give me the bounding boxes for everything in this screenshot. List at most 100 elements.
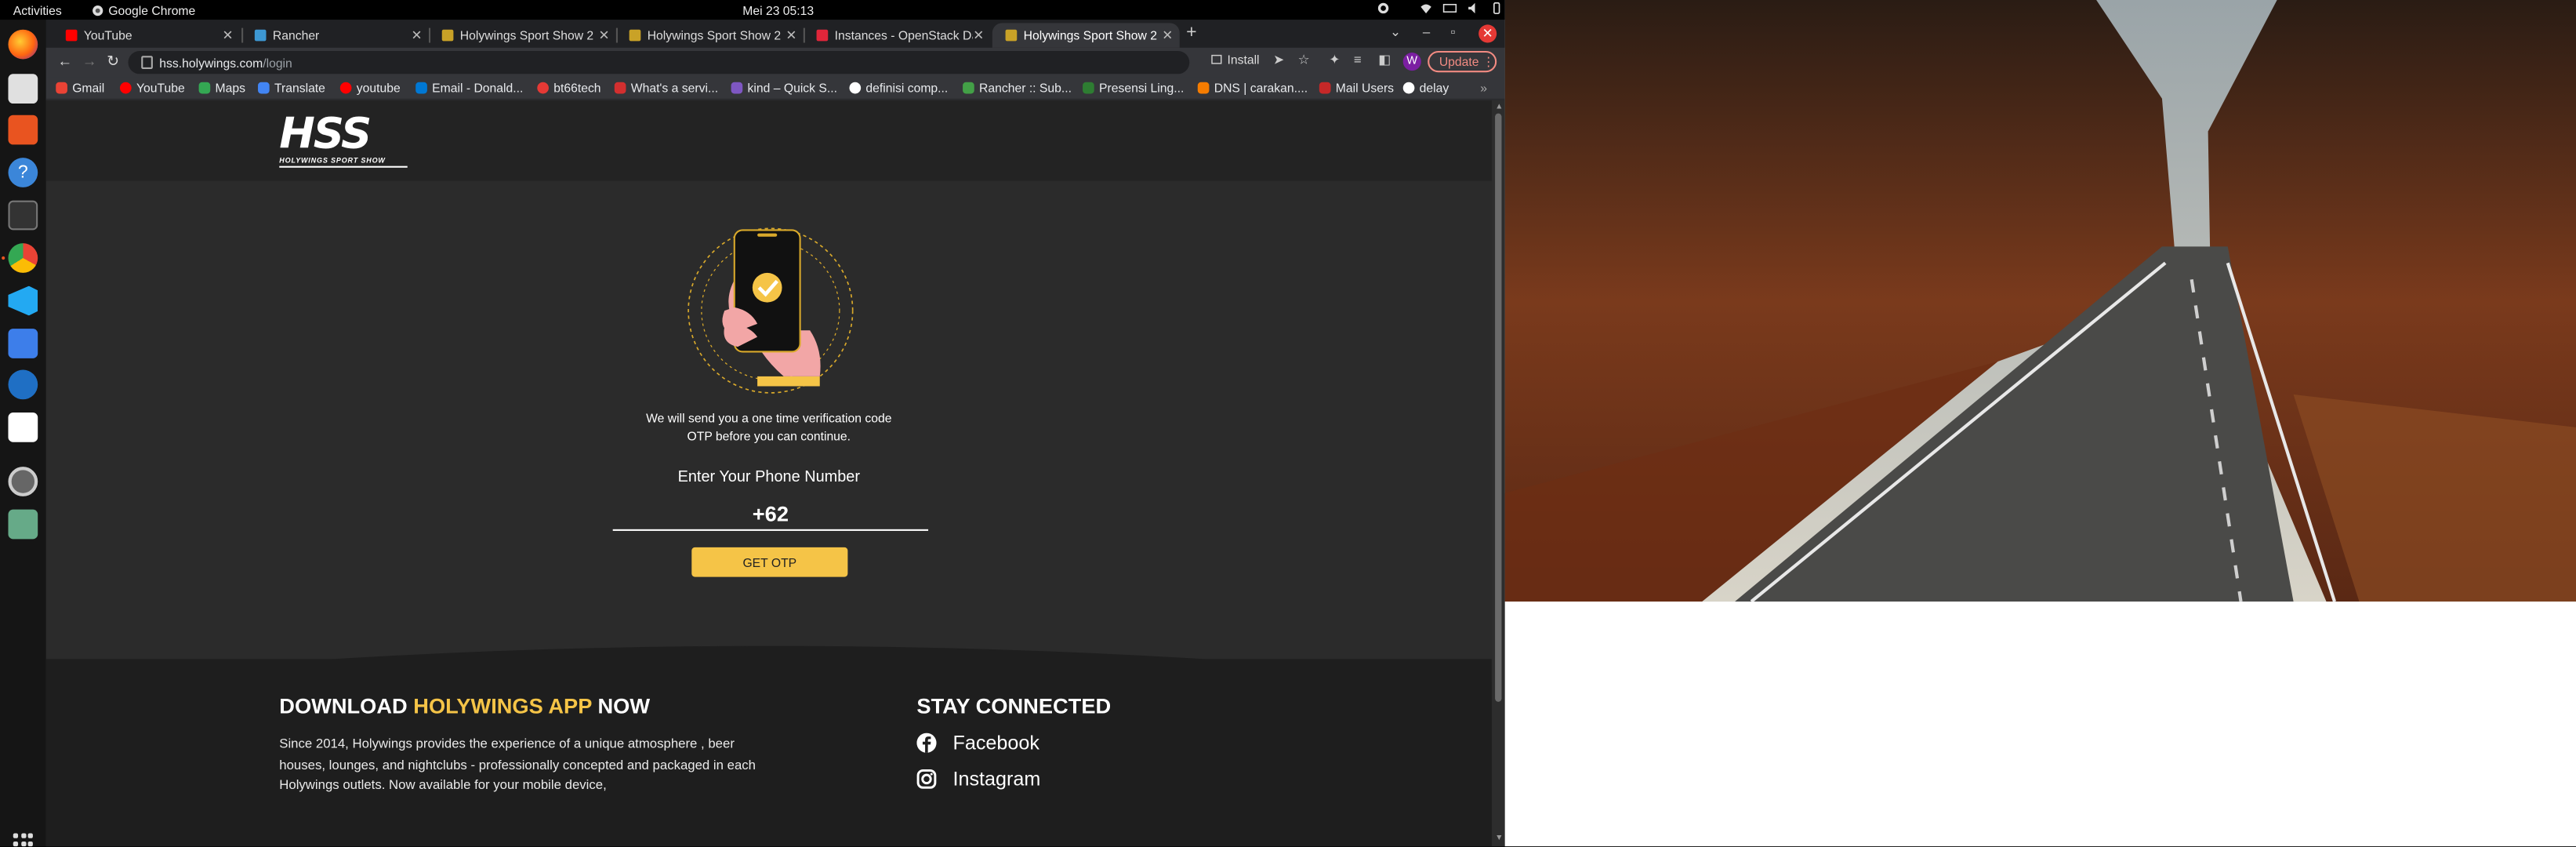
bookmark-email[interactable]: Email - Donald... (415, 81, 523, 96)
holywings-favicon-icon (1005, 29, 1018, 42)
text-editor-icon[interactable] (8, 413, 38, 442)
hss-logo[interactable]: HSS HOLYWINGS SPORT SHOW (279, 114, 408, 169)
download-app-description: Since 2014, Holywings provides the exper… (279, 736, 756, 793)
reading-list-icon[interactable]: ≡ (1354, 53, 1362, 67)
activities-button[interactable]: Activities (13, 2, 62, 17)
show-applications-icon[interactable] (13, 833, 33, 847)
scroll-down-icon[interactable]: ▼ (1495, 834, 1503, 844)
install-app-button[interactable]: Install (1211, 53, 1260, 67)
software-center-icon[interactable] (8, 115, 38, 145)
bookmark-gmail[interactable]: Gmail (56, 81, 104, 96)
phone-verified-illustration (688, 227, 854, 394)
tab-title: Rancher (272, 27, 320, 43)
tab-openstack[interactable]: Instances - OpenStack Da ✕ (804, 23, 991, 47)
bookmark-service[interactable]: What's a servi... (614, 81, 718, 96)
back-button[interactable]: ← (57, 53, 72, 69)
tab-title: Holywings Sport Show 2 (647, 27, 782, 43)
profile-avatar[interactable]: W (1402, 53, 1421, 71)
bookmark-kind[interactable]: kind – Quick S... (731, 81, 837, 96)
system-tray[interactable] (1377, 2, 1503, 15)
bookmark-dns[interactable]: DNS | carakan.... (1197, 81, 1308, 96)
site-footer: DOWNLOAD HOLYWINGS APP NOW Since 2014, H… (45, 659, 1492, 847)
wifi-icon[interactable] (1420, 2, 1433, 15)
bookmark-translate[interactable]: Translate (258, 81, 325, 96)
close-tab-icon[interactable]: ✕ (412, 28, 423, 43)
tab-rancher[interactable]: Rancher ✕ (241, 23, 429, 47)
files-icon[interactable] (8, 74, 38, 104)
tab-youtube[interactable]: YouTube ✕ (53, 23, 240, 47)
terminal-icon[interactable] (8, 200, 38, 231)
tab-title: Holywings Sport Show 2 (1023, 27, 1157, 43)
close-tab-icon[interactable]: ✕ (223, 28, 234, 43)
tab-holywings-1[interactable]: Holywings Sport Show 2 ✕ (429, 23, 616, 47)
tab-title: Holywings Sport Show 2 (459, 27, 594, 43)
settings-gear-icon[interactable] (1377, 2, 1390, 15)
forward-button[interactable]: → (82, 53, 97, 69)
more-bookmarks-icon[interactable]: » (1480, 81, 1487, 96)
bookmark-definisi[interactable]: definisi comp... (849, 81, 948, 96)
close-tab-icon[interactable]: ✕ (1162, 28, 1173, 43)
bookmark-bt66tech[interactable]: bt66tech (537, 81, 601, 96)
otp-description-line-2: OTP before you can continue. (687, 428, 851, 444)
extensions-icon[interactable]: ✦ (1329, 53, 1340, 67)
chrome-window: YouTube ✕ Rancher ✕ Holywings Sport Show… (45, 20, 1505, 847)
screenshot-icon[interactable] (8, 329, 38, 358)
tab-search-icon[interactable]: ⌄ (1390, 24, 1401, 39)
dock: ? (0, 20, 46, 847)
scroll-up-icon[interactable]: ▲ (1495, 102, 1503, 112)
rancher-favicon-icon (254, 29, 267, 42)
bookmark-maps[interactable]: Maps (198, 81, 245, 96)
site-header: HSS HOLYWINGS SPORT SHOW (45, 100, 1492, 181)
bookmark-star-icon[interactable]: ☆ (1298, 53, 1310, 67)
bookmark-delay[interactable]: delay (1402, 81, 1449, 96)
settings-icon[interactable] (8, 467, 38, 496)
firefox-icon[interactable] (8, 29, 38, 60)
update-button[interactable]: Update ⋮ (1428, 50, 1497, 73)
holywings-favicon-icon (629, 29, 641, 42)
bookmark-presensi[interactable]: Presensi Ling... (1083, 81, 1184, 96)
trash-icon[interactable] (8, 509, 38, 540)
remote-desktop-icon[interactable] (8, 369, 38, 400)
minimize-button[interactable]: – (1423, 24, 1430, 39)
close-tab-icon[interactable]: ✕ (973, 28, 984, 43)
phone-number-label: Enter Your Phone Number (677, 468, 861, 487)
close-tab-icon[interactable]: ✕ (598, 28, 609, 43)
reload-button[interactable]: ↻ (107, 53, 119, 71)
phone-number-input[interactable] (612, 496, 929, 531)
send-icon[interactable]: ➤ (1273, 53, 1284, 67)
bookmark-mail-users[interactable]: Mail Users (1319, 81, 1394, 96)
tab-holywings-2[interactable]: Holywings Sport Show 2 ✕ (616, 23, 804, 47)
install-icon (1211, 54, 1222, 64)
tab-holywings-active[interactable]: Holywings Sport Show 2 ✕ (992, 23, 1180, 48)
chrome-icon[interactable] (8, 243, 38, 273)
clock[interactable]: Mei 23 05:13 (742, 2, 814, 17)
facebook-link[interactable]: Facebook (916, 732, 1039, 754)
scrollbar-thumb[interactable] (1495, 113, 1502, 702)
power-icon[interactable] (1490, 2, 1504, 15)
app-menu[interactable]: Google Chrome (92, 2, 195, 17)
help-icon[interactable]: ? (8, 158, 38, 187)
close-tab-icon[interactable]: ✕ (785, 28, 796, 43)
app-name: Google Chrome (108, 2, 196, 18)
get-otp-button[interactable]: GET OTP (691, 547, 848, 577)
facebook-label: Facebook (952, 731, 1039, 754)
otp-description-line-1: We will send you a one time verification… (646, 410, 892, 426)
instagram-link[interactable]: Instagram (916, 768, 1040, 791)
page-scrollbar[interactable]: ▲ ▼ (1491, 100, 1505, 847)
browser-toolbar: ← → ↻ hss.holywings.com/login Install ➤ … (45, 47, 1505, 78)
network-icon[interactable] (1442, 2, 1457, 15)
restore-button[interactable]: ▫ (1451, 24, 1456, 39)
url-text: hss.holywings.com/login (159, 55, 292, 71)
bookmark-youtube-2[interactable]: youtube (339, 81, 401, 96)
bookmark-rancher[interactable]: Rancher :: Sub... (963, 81, 1072, 96)
side-panel-icon[interactable]: ◧ (1378, 53, 1391, 67)
bookmark-youtube[interactable]: YouTube (119, 81, 185, 96)
close-window-button[interactable]: ✕ (1478, 24, 1497, 43)
instagram-icon (916, 769, 937, 789)
address-bar[interactable]: hss.holywings.com/login (128, 50, 1190, 75)
tab-title: YouTube (83, 27, 132, 43)
lock-icon[interactable] (141, 56, 153, 70)
new-tab-button[interactable]: + (1186, 23, 1196, 42)
volume-icon[interactable] (1467, 2, 1480, 15)
vscode-icon[interactable] (8, 285, 38, 316)
